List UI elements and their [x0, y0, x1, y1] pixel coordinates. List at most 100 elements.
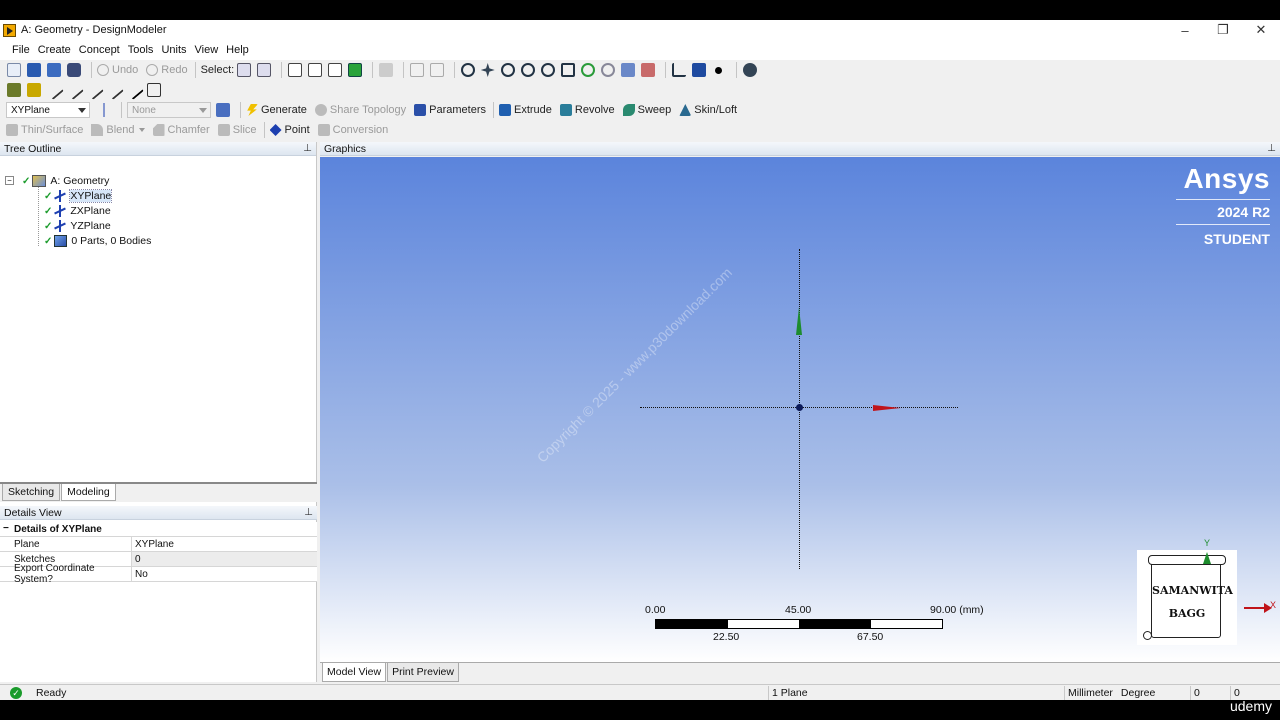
next-view-button[interactable] [640, 61, 658, 79]
previous-view-button[interactable] [620, 61, 638, 79]
extend-select-button[interactable] [378, 61, 396, 79]
iso-view-button[interactable] [671, 61, 689, 79]
tree-item-yzplane[interactable]: ✓ YZPlane [44, 219, 111, 233]
box-zoom-button[interactable] [520, 61, 538, 79]
tab-modeling[interactable]: Modeling [61, 484, 116, 501]
tab-print-preview[interactable]: Print Preview [387, 663, 459, 682]
details-value[interactable]: XYPlane [132, 537, 317, 551]
scale-label: 45.00 [785, 604, 812, 616]
edge-tool-2-button[interactable] [63, 80, 84, 100]
share-topology-button[interactable]: Share Topology [314, 101, 406, 119]
details-row-plane[interactable]: Plane XYPlane [0, 537, 317, 552]
graphics-panel: Graphics ⊥ Ansys 2024 R2 STUDENT Copyrig… [320, 142, 1280, 682]
save-as-button[interactable] [46, 61, 64, 79]
sweep-button[interactable]: Sweep [622, 101, 671, 119]
edge-tool-3-button[interactable] [83, 80, 104, 100]
new-sketch-button[interactable] [215, 101, 233, 119]
details-row-export-cs[interactable]: Export Coordinate System? No [0, 563, 317, 585]
pin-icon[interactable]: ⊥ [304, 507, 313, 518]
generate-button[interactable]: Generate [246, 101, 307, 119]
redo-label: Redo [161, 64, 188, 76]
details-value[interactable]: No [132, 567, 317, 581]
zoom-fit-icon [540, 63, 555, 77]
select-mode-button[interactable] [236, 61, 254, 79]
menu-help[interactable]: Help [222, 44, 253, 56]
color-button[interactable] [6, 81, 24, 99]
new-file-icon [6, 63, 21, 77]
edge-tool-1-button[interactable] [43, 80, 64, 100]
axis-triad[interactable]: Y X [1200, 538, 1280, 622]
layer-button[interactable] [26, 81, 44, 99]
tree-item-zxplane[interactable]: ✓ ZXPlane [44, 204, 111, 218]
look-at-button[interactable] [742, 61, 760, 79]
tree-connector [38, 186, 39, 246]
tree-item-parts[interactable]: ✓ 0 Parts, 0 Bodies [44, 234, 151, 248]
minimize-button[interactable]: – [1166, 20, 1204, 40]
status-value-1: 0 [1190, 686, 1230, 700]
plane-select[interactable]: XYPlane [6, 102, 90, 118]
details-group-row[interactable]: Details of XYPlane [0, 522, 317, 537]
edge-tool-5-button[interactable] [123, 80, 144, 100]
blend-button[interactable]: Blend [91, 121, 145, 139]
skin-loft-button[interactable]: Skin/Loft [679, 101, 737, 119]
dot-icon [715, 66, 723, 74]
menu-units[interactable]: Units [157, 44, 190, 56]
pin-icon[interactable]: ⊥ [303, 143, 312, 154]
close-button[interactable]: ✕ [1242, 20, 1280, 40]
menu-tools[interactable]: Tools [124, 44, 158, 56]
extrude-button[interactable]: Extrude [498, 101, 552, 119]
pin-icon[interactable]: ⊥ [1267, 143, 1276, 154]
box-select-button[interactable] [409, 61, 427, 79]
separator [121, 102, 122, 118]
paint-select-button[interactable] [429, 61, 447, 79]
chamfer-button[interactable]: Chamfer [152, 121, 210, 139]
tab-sketching[interactable]: Sketching [2, 484, 61, 501]
pan-button[interactable] [480, 61, 498, 79]
conversion-button[interactable]: Conversion [317, 121, 388, 139]
tab-model-view[interactable]: Model View [322, 663, 387, 682]
zoom-in-button[interactable] [580, 61, 598, 79]
screenshot-button[interactable] [66, 61, 84, 79]
zoom-button[interactable] [500, 61, 518, 79]
parameters-button[interactable]: Parameters [414, 101, 486, 119]
save-button[interactable] [26, 61, 44, 79]
menu-view[interactable]: View [191, 44, 223, 56]
zoom-to-fit-button[interactable] [540, 61, 558, 79]
status-text: Ready [36, 686, 67, 699]
magnifier-button[interactable] [600, 61, 618, 79]
brand-version: 2024 R2 [1217, 204, 1270, 220]
point-button[interactable]: Point [269, 121, 310, 139]
undo-button[interactable]: Undo [97, 61, 138, 79]
display-mode-button[interactable] [691, 61, 709, 79]
sketch-select[interactable]: None [127, 102, 211, 118]
select-bodies-button[interactable] [347, 61, 365, 79]
scale-segment [727, 620, 799, 628]
new-plane-button[interactable] [96, 101, 114, 119]
restore-button[interactable]: ❐ [1204, 20, 1242, 40]
tree-item-root[interactable]: ✓ A: Geometry [22, 174, 109, 188]
menu-create[interactable]: Create [34, 44, 75, 56]
thin-surface-button[interactable]: Thin/Surface [6, 121, 83, 139]
display-points-button[interactable] [711, 61, 729, 79]
menu-concept[interactable]: Concept [75, 44, 124, 56]
edge-tool-4-button[interactable] [103, 80, 124, 100]
cube-icon [691, 63, 706, 77]
menu-file[interactable]: File [8, 44, 34, 56]
select-points-button[interactable] [287, 61, 305, 79]
new-button[interactable] [6, 61, 24, 79]
origin-point[interactable] [796, 404, 803, 411]
select-edges-button[interactable] [307, 61, 325, 79]
edge-tool-6-button[interactable] [146, 81, 164, 99]
redo-button[interactable]: Redo [146, 61, 188, 79]
select-filter-button[interactable] [256, 61, 274, 79]
separator [263, 122, 265, 138]
tree-item-xyplane[interactable]: ✓ XYPlane [44, 189, 113, 203]
collapse-icon[interactable]: − [5, 176, 14, 185]
units-cell[interactable]: Millimeter Degree [1064, 686, 1190, 700]
slice-button[interactable]: Slice [217, 121, 257, 139]
zoom-region-button[interactable] [560, 61, 578, 79]
graphics-viewport[interactable]: Ansys 2024 R2 STUDENT Copyright © 2025 -… [320, 157, 1280, 662]
select-faces-button[interactable] [327, 61, 345, 79]
rotate-button[interactable] [460, 61, 478, 79]
revolve-button[interactable]: Revolve [559, 101, 615, 119]
